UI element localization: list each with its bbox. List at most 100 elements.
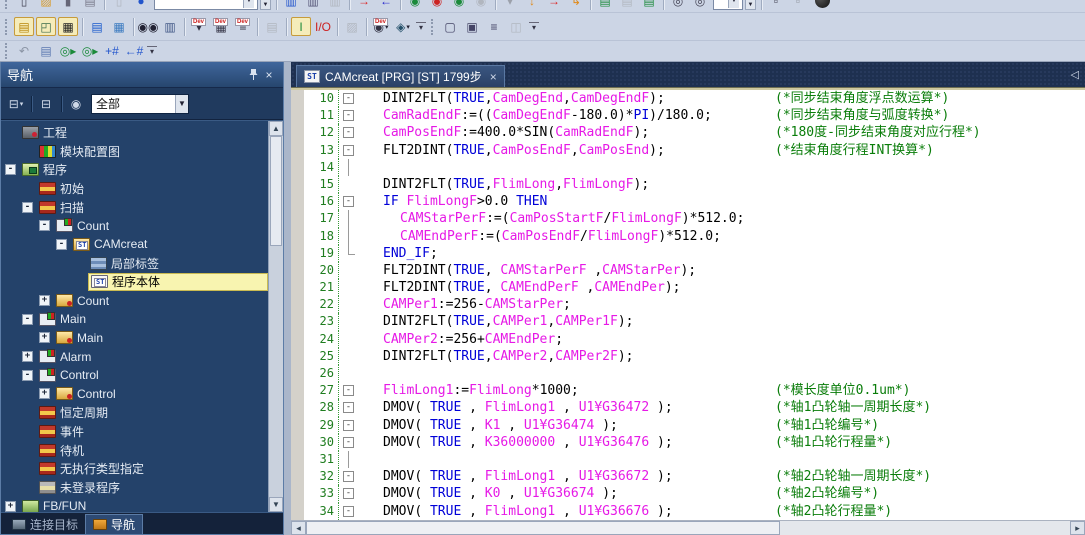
start-monitor-icon[interactable]: ◉	[449, 0, 469, 10]
code-line-19[interactable]: 19END_IF;	[291, 245, 1085, 262]
toolbar-overflow-icon[interactable]: ▾	[416, 22, 426, 32]
code-line-27[interactable]: 27-FlimLong1:=FlimLong*1000;(*模长度单位0.1um…	[291, 382, 1085, 399]
paste-icon[interactable]: ▯	[109, 0, 129, 10]
screen-color-icon[interactable]: ▫	[766, 0, 786, 10]
editor-hscrollbar[interactable]: ◂ ▸	[291, 520, 1085, 535]
toolbar-overflow-icon[interactable]: ▾	[529, 22, 539, 32]
code-line-33[interactable]: 33-DMOV( TRUE , K0 , U1¥G36674 );(*轴2凸轮编…	[291, 485, 1085, 502]
code-line-17[interactable]: 17CAMStarPerF:=(CamPosStartF/FlimLongF)*…	[291, 210, 1085, 227]
save-icon[interactable]: ▮	[58, 0, 78, 10]
remove-line-number-icon[interactable]: ←#	[124, 42, 144, 61]
expand-icon[interactable]: +	[39, 388, 50, 399]
zoom-out-icon[interactable]: ◎	[668, 0, 688, 10]
panel-tab-navigation[interactable]: 导航	[85, 514, 143, 534]
tree-item-scan[interactable]: -扫描	[1, 198, 268, 217]
code-line-15[interactable]: 15DINT2FLT(TRUE,FlimLong,FlimLongF);	[291, 176, 1085, 193]
add-line-number-icon[interactable]: +#	[102, 42, 122, 61]
tree-item-program[interactable]: -程序	[1, 160, 268, 179]
tree-item-project[interactable]: 工程	[1, 123, 268, 142]
expand-icon[interactable]: +	[5, 501, 16, 512]
tree-scrollbar[interactable]: ▲ ▼	[268, 121, 283, 512]
ladder-edit-icon[interactable]: ▨	[342, 17, 362, 36]
tree-item-event[interactable]: 事件	[1, 422, 268, 441]
expand-icon[interactable]: +	[22, 351, 33, 362]
print-icon[interactable]: ▤	[80, 0, 100, 10]
fold-collapse-icon[interactable]: -	[339, 468, 359, 485]
tree-item-program-body[interactable]: ST程序本体	[1, 273, 268, 292]
editor-hscroll-track[interactable]	[306, 521, 1070, 535]
collapse-icon[interactable]: -	[22, 370, 33, 381]
cascade-icon[interactable]: ▥	[325, 0, 345, 10]
expand-icon[interactable]: +	[39, 295, 50, 306]
fold-collapse-icon[interactable]: -	[339, 90, 359, 107]
code-line-34[interactable]: 34-DMOV( TRUE , FlimLong1 , U1¥G36676 );…	[291, 503, 1085, 520]
scroll-right-icon[interactable]: ▸	[1070, 521, 1085, 535]
build-icon[interactable]: ▤	[595, 0, 615, 10]
fold-collapse-icon[interactable]: -	[339, 193, 359, 210]
tree-item-control[interactable]: -Control	[1, 366, 268, 385]
undo-icon[interactable]: ↶	[14, 42, 34, 61]
scroll-left-icon[interactable]: ◂	[291, 521, 306, 535]
editor-hscroll-thumb[interactable]	[306, 521, 780, 535]
editor-tab-camcreat[interactable]: ST CAMcreat [PRG] [ST] 1799步 ×	[296, 65, 505, 87]
download-icon[interactable]: ↓	[522, 0, 542, 10]
help-icon[interactable]: ●	[131, 0, 151, 10]
io-check-icon[interactable]: I/O	[313, 17, 333, 36]
code-line-14[interactable]: 14	[291, 159, 1085, 176]
tree-item-count-2[interactable]: +Count	[1, 291, 268, 310]
copy-window-icon[interactable]: ▥	[303, 0, 323, 10]
device-list-icon[interactable]: Dev▦	[211, 17, 231, 36]
code-line-29[interactable]: 29-DMOV( TRUE , K1 , U1¥G36474 );(*轴1凸轮编…	[291, 417, 1085, 434]
fold-collapse-icon[interactable]: -	[339, 124, 359, 141]
code-line-10[interactable]: 10-DINT2FLT(TRUE,CamDegEnd,CamDegEndF);(…	[291, 90, 1085, 107]
tree-item-initial[interactable]: 初始	[1, 179, 268, 198]
tree-item-no-exec-type[interactable]: 无执行类型指定	[1, 459, 268, 478]
code-line-11[interactable]: 11-CamRadEndF:=((CamDegEndF-180.0)*PI)/1…	[291, 107, 1085, 124]
code-line-32[interactable]: 32-DMOV( TRUE , FlimLong1 , U1¥G36672 );…	[291, 468, 1085, 485]
connection-test-icon[interactable]: ◰	[36, 17, 56, 36]
spinner-icon[interactable]: ▲▼	[260, 0, 271, 10]
scroll-up-icon[interactable]: ▲	[269, 121, 283, 136]
fold-collapse-icon[interactable]: -	[339, 503, 359, 520]
code-line-24[interactable]: 24CAMPer2:=256+CAMEndPer;	[291, 331, 1085, 348]
collapse-icon[interactable]: -	[22, 202, 33, 213]
tree-item-camcreat[interactable]: -STCAMcreat	[1, 235, 268, 254]
scroll-down-icon[interactable]: ▼	[269, 497, 283, 512]
collapse-icon[interactable]: -	[22, 314, 33, 325]
watch-list-icon[interactable]: ≡	[484, 17, 504, 36]
verify-icon[interactable]: ◉	[405, 0, 425, 10]
tree-item-fb-fun[interactable]: +FB/FUN	[1, 497, 268, 512]
expand-icon[interactable]: +	[39, 332, 50, 343]
chevron-down-icon[interactable]: ▼	[728, 0, 739, 8]
code-line-16[interactable]: 16-IF FlimLongF>0.0 THEN	[291, 193, 1085, 210]
code-line-13[interactable]: 13-FLT2DINT(TRUE,CamPosEndF,CamPosEnd);(…	[291, 142, 1085, 159]
code-line-23[interactable]: 23DINT2FLT(TRUE,CAMPer1,CAMPer1F);	[291, 313, 1085, 330]
find-replace-icon[interactable]: ▥	[160, 17, 180, 36]
run-window-icon[interactable]: ▣	[462, 17, 482, 36]
transfer-icon[interactable]: →	[544, 0, 564, 10]
collapse-icon[interactable]: -	[5, 164, 16, 175]
window-split-icon[interactable]: ▥	[281, 0, 301, 10]
device-find-icon[interactable]: Dev▾	[189, 17, 209, 36]
project-tree-icon[interactable]: ▤	[14, 17, 34, 36]
spinner-icon[interactable]: ▲▼	[745, 0, 756, 10]
tree-filter-select[interactable]: 全部 ▼	[91, 94, 189, 114]
paste-special-icon[interactable]: ▤	[262, 17, 282, 36]
code-line-18[interactable]: 18CAMEndPerF:=(CamPosEndF/FlimLongF)*512…	[291, 228, 1085, 245]
chevron-down-icon[interactable]: ▼	[175, 95, 188, 113]
find-icon[interactable]: ◉◉	[138, 17, 158, 36]
code-line-25[interactable]: 25DINT2FLT(TRUE,CAMPer2,CAMPer2F);	[291, 348, 1085, 365]
chevron-down-icon[interactable]: ▼	[243, 0, 254, 8]
code-line-20[interactable]: 20FLT2DINT(TRUE, CAMStarPerF ,CAMStarPer…	[291, 262, 1085, 279]
check-icon[interactable]: ▤	[639, 0, 659, 10]
monitor-find-icon[interactable]: ◈▾	[393, 17, 413, 36]
code-line-31[interactable]: 31	[291, 451, 1085, 468]
toolbar-grip[interactable]	[5, 43, 10, 59]
chevron-down-icon[interactable]: ▾	[406, 23, 410, 31]
device-batch-icon[interactable]: Dev≡	[233, 17, 253, 36]
tree-scroll-thumb[interactable]	[270, 136, 282, 246]
tree-item-alarm[interactable]: +Alarm	[1, 347, 268, 366]
keyboard-entry-icon[interactable]: ▦	[109, 17, 129, 36]
tab-scroll-left-icon[interactable]: ◁	[1071, 68, 1079, 81]
new-file-icon[interactable]: ▯	[14, 0, 34, 10]
